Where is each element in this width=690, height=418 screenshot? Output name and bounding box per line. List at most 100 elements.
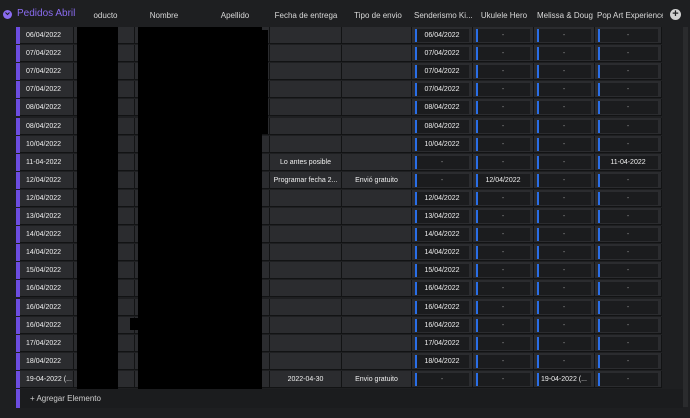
date-pill[interactable]: 10/04/2022 xyxy=(415,137,469,151)
tipo-envio-cell[interactable] xyxy=(342,298,412,316)
melissa-cell[interactable]: - xyxy=(534,153,595,171)
date-pill[interactable]: 07/04/2022 xyxy=(415,65,469,79)
date-cell[interactable]: 07/04/2022 xyxy=(20,81,74,99)
tipo-envio-cell[interactable] xyxy=(342,352,412,370)
date-cell[interactable]: 07/04/2022 xyxy=(20,45,74,63)
tipo-envio-cell[interactable] xyxy=(342,99,412,117)
date-pill[interactable]: 19-04-2022 (... xyxy=(537,372,591,386)
popart-cell[interactable]: 11-04-2022 xyxy=(595,153,662,171)
melissa-cell[interactable]: - xyxy=(534,334,595,352)
date-pill[interactable]: 12/04/2022 xyxy=(415,191,469,205)
date-pill[interactable]: - xyxy=(598,336,658,350)
date-pill[interactable]: - xyxy=(598,354,658,368)
collapse-group-icon[interactable] xyxy=(3,10,12,19)
senderismo-cell[interactable]: 15/04/2022 xyxy=(412,262,473,280)
date-pill[interactable]: - xyxy=(537,336,591,350)
ukulele-cell[interactable]: - xyxy=(473,316,534,334)
fecha-entrega-cell[interactable] xyxy=(270,63,342,81)
ukulele-cell[interactable]: - xyxy=(473,370,534,388)
date-pill[interactable]: - xyxy=(476,119,530,133)
date-pill[interactable]: - xyxy=(476,137,530,151)
date-pill[interactable]: - xyxy=(598,372,658,386)
date-pill[interactable]: - xyxy=(537,173,591,187)
melissa-cell[interactable]: - xyxy=(534,99,595,117)
date-pill[interactable]: - xyxy=(537,300,591,314)
date-cell[interactable]: 17/04/2022 xyxy=(20,334,74,352)
date-pill[interactable]: - xyxy=(537,246,591,260)
melissa-cell[interactable]: - xyxy=(534,226,595,244)
popart-cell[interactable]: - xyxy=(595,117,662,135)
column-header-senderismo[interactable]: Senderismo Ki... xyxy=(414,11,472,20)
tipo-envio-cell[interactable] xyxy=(342,81,412,99)
senderismo-cell[interactable]: 13/04/2022 xyxy=(412,208,473,225)
date-pill[interactable]: 16/04/2022 xyxy=(415,300,469,314)
date-pill[interactable]: 11-04-2022 xyxy=(598,155,658,169)
popart-cell[interactable]: - xyxy=(595,226,662,244)
column-header-fecha-entrega[interactable]: Fecha de entrega xyxy=(270,11,342,20)
date-pill[interactable]: - xyxy=(598,318,658,332)
tipo-envio-cell[interactable] xyxy=(342,280,412,298)
fecha-entrega-cell[interactable] xyxy=(270,316,342,334)
popart-cell[interactable]: - xyxy=(595,262,662,280)
date-pill[interactable]: - xyxy=(415,155,469,169)
senderismo-cell[interactable]: 17/04/2022 xyxy=(412,334,473,352)
date-pill[interactable]: - xyxy=(476,372,530,386)
date-pill[interactable]: - xyxy=(598,173,658,187)
tipo-envio-cell[interactable]: Envió gratuito xyxy=(342,171,412,189)
date-pill[interactable]: - xyxy=(476,228,530,242)
senderismo-cell[interactable]: - xyxy=(412,370,473,388)
date-cell[interactable]: 08/04/2022 xyxy=(20,99,74,117)
ukulele-cell[interactable]: 12/04/2022 xyxy=(473,171,534,189)
melissa-cell[interactable]: - xyxy=(534,117,595,135)
date-pill[interactable]: 06/04/2022 xyxy=(415,29,469,42)
date-cell[interactable]: 12/04/2022 xyxy=(20,189,74,207)
senderismo-cell[interactable]: 16/04/2022 xyxy=(412,280,473,298)
senderismo-cell[interactable]: 07/04/2022 xyxy=(412,45,473,63)
senderismo-cell[interactable]: 07/04/2022 xyxy=(412,63,473,81)
date-pill[interactable]: - xyxy=(598,282,658,296)
senderismo-cell[interactable]: 14/04/2022 xyxy=(412,226,473,244)
tipo-envio-cell[interactable] xyxy=(342,63,412,81)
date-pill[interactable]: 14/04/2022 xyxy=(415,228,469,242)
date-pill[interactable]: - xyxy=(537,354,591,368)
date-pill[interactable]: - xyxy=(537,65,591,79)
vertical-scrollbar[interactable] xyxy=(683,27,688,407)
popart-cell[interactable]: - xyxy=(595,352,662,370)
senderismo-cell[interactable]: 16/04/2022 xyxy=(412,316,473,334)
date-pill[interactable]: - xyxy=(476,282,530,296)
ukulele-cell[interactable]: - xyxy=(473,352,534,370)
tipo-envio-cell[interactable] xyxy=(342,226,412,244)
fecha-entrega-cell[interactable] xyxy=(270,298,342,316)
fecha-entrega-cell[interactable] xyxy=(270,334,342,352)
tipo-envio-cell[interactable] xyxy=(342,189,412,207)
add-item-label[interactable]: + Agregar Elemento xyxy=(30,394,101,403)
senderismo-cell[interactable]: - xyxy=(412,171,473,189)
column-header-melissa-doug[interactable]: Melissa & Doug xyxy=(536,11,594,20)
date-cell[interactable]: 06/04/2022 xyxy=(20,27,74,44)
date-cell[interactable]: 14/04/2022 xyxy=(20,226,74,244)
column-header-tipo-envio[interactable]: Tipo de envio xyxy=(344,11,412,20)
column-header-producto[interactable]: oducto xyxy=(78,11,133,20)
ukulele-cell[interactable]: - xyxy=(473,45,534,63)
tipo-envio-cell[interactable] xyxy=(342,153,412,171)
date-pill[interactable]: - xyxy=(537,228,591,242)
popart-cell[interactable]: - xyxy=(595,135,662,153)
date-pill[interactable]: - xyxy=(537,29,591,42)
senderismo-cell[interactable]: 08/04/2022 xyxy=(412,99,473,117)
date-pill[interactable]: - xyxy=(598,264,658,278)
fecha-entrega-cell[interactable] xyxy=(270,27,342,44)
date-pill[interactable]: - xyxy=(476,264,530,278)
popart-cell[interactable]: - xyxy=(595,171,662,189)
date-pill[interactable]: 07/04/2022 xyxy=(415,47,469,61)
ukulele-cell[interactable]: - xyxy=(473,189,534,207)
date-pill[interactable]: - xyxy=(598,228,658,242)
popart-cell[interactable]: - xyxy=(595,45,662,63)
date-cell[interactable]: 16/04/2022 xyxy=(20,316,74,334)
date-pill[interactable]: - xyxy=(537,210,591,223)
fecha-entrega-cell[interactable] xyxy=(270,45,342,63)
date-pill[interactable]: 08/04/2022 xyxy=(415,119,469,133)
add-column-button[interactable]: + xyxy=(670,9,681,20)
melissa-cell[interactable]: - xyxy=(534,81,595,99)
melissa-cell[interactable]: - xyxy=(534,189,595,207)
fecha-entrega-cell[interactable] xyxy=(270,117,342,135)
